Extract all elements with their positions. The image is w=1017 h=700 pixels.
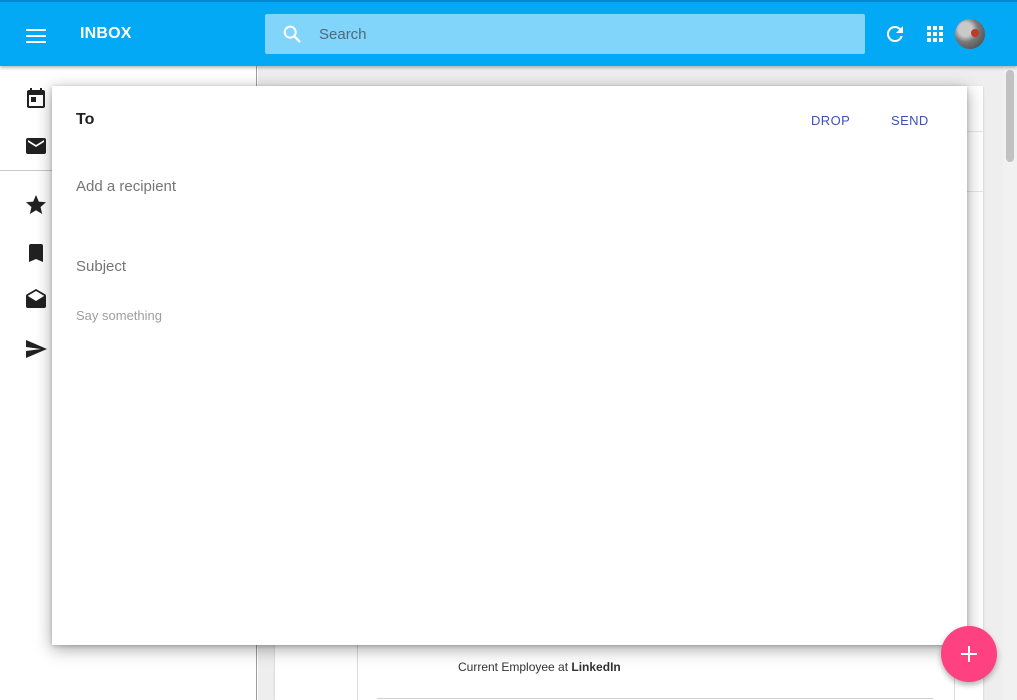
avatar-detail — [971, 29, 979, 37]
avatar[interactable] — [955, 19, 985, 49]
scrollbar[interactable] — [1003, 66, 1017, 700]
message-body-input[interactable] — [76, 308, 936, 608]
compose-fab-button[interactable] — [941, 626, 997, 682]
plus-icon — [961, 646, 977, 662]
bookmark-icon[interactable] — [24, 241, 48, 265]
mail-icon[interactable] — [24, 134, 48, 158]
search-icon — [281, 23, 303, 45]
scrollbar-thumb[interactable] — [1006, 70, 1014, 162]
send-button[interactable]: SEND — [891, 113, 929, 128]
to-label: To — [76, 111, 95, 128]
send-icon[interactable] — [24, 337, 48, 361]
apps-icon[interactable] — [923, 22, 947, 46]
refresh-icon[interactable] — [883, 22, 907, 46]
email-divider — [377, 698, 933, 699]
recipient-input[interactable] — [76, 172, 936, 200]
menu-icon[interactable] — [22, 24, 50, 48]
app-header: INBOX — [0, 0, 1017, 66]
snippet-text: Current Employee at — [458, 660, 572, 674]
drop-button[interactable]: DROP — [811, 113, 850, 128]
star-icon[interactable] — [24, 193, 48, 217]
app-title: INBOX — [80, 25, 132, 42]
drafts-icon[interactable] — [24, 288, 48, 312]
snippet-company: LinkedIn — [571, 660, 621, 674]
search-bar[interactable] — [265, 14, 865, 54]
email-snippet: Current Employee at LinkedIn — [458, 660, 621, 674]
subject-input[interactable] — [76, 252, 936, 280]
search-input[interactable] — [319, 14, 849, 54]
compose-dialog: To DROP SEND — [52, 86, 967, 645]
calendar-icon[interactable] — [24, 86, 48, 110]
